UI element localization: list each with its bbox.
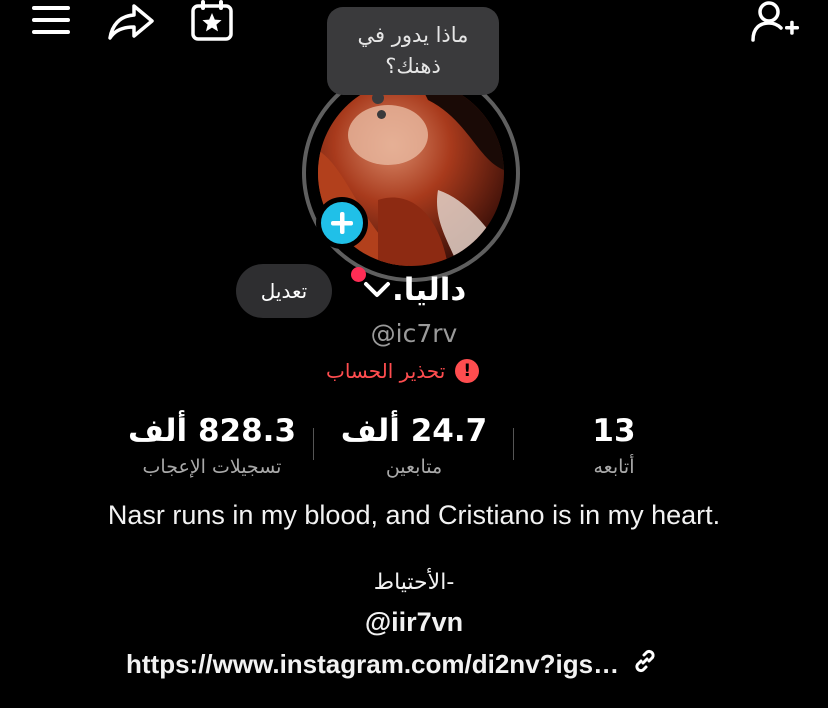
note-bubble-tail-dot <box>377 110 386 119</box>
bio-line-2: -الأحتياط <box>373 570 455 595</box>
note-bubble[interactable]: ماذا يدور في ذهنك؟ <box>327 7 499 95</box>
add-story-button[interactable] <box>316 197 368 249</box>
note-bubble-tail <box>372 92 384 104</box>
calendar-star-icon[interactable] <box>188 0 236 42</box>
account-warning-link[interactable]: تحذير الحساب ! <box>326 356 480 386</box>
link-icon <box>631 647 659 682</box>
share-icon[interactable] <box>106 0 156 42</box>
stat-following-value: 13 <box>592 413 636 449</box>
stat-following-label: أتابعه <box>593 456 635 478</box>
warning-icon: ! <box>455 359 480 383</box>
stat-followers-value: 24.7 ألف <box>340 413 488 449</box>
bio-link-text: https://www.instagram.com/di2nv?igs… <box>126 648 620 679</box>
bio-mention-link[interactable]: @iir7vn <box>0 604 828 640</box>
plus-icon <box>331 212 353 234</box>
display-name[interactable]: داليا. <box>392 268 466 312</box>
stat-followers[interactable]: 24.7 ألف متابعين <box>314 410 514 482</box>
username: @ic7rv <box>370 319 458 348</box>
stat-following[interactable]: 13 أتابعه <box>514 410 714 482</box>
stat-likes[interactable]: 828.3 ألف تسجيلات الإعجاب <box>112 410 312 482</box>
account-warning-text: تحذير الحساب <box>326 359 446 383</box>
chevron-down-icon[interactable] <box>363 280 391 300</box>
stat-likes-label: تسجيلات الإعجاب <box>142 456 282 478</box>
edit-profile-button[interactable]: تعديل <box>236 264 332 318</box>
add-user-icon[interactable] <box>750 0 802 44</box>
bio-link[interactable]: https://www.instagram.com/di2nv?igs… <box>126 646 659 682</box>
menu-icon[interactable] <box>30 2 74 38</box>
stat-followers-label: متابعين <box>385 456 443 478</box>
bio-text: Nasr runs in my blood, and Cristiano is … <box>107 500 721 530</box>
stat-likes-value: 828.3 ألف <box>127 413 297 449</box>
note-text: ماذا يدور في ذهنك؟ <box>357 23 469 78</box>
